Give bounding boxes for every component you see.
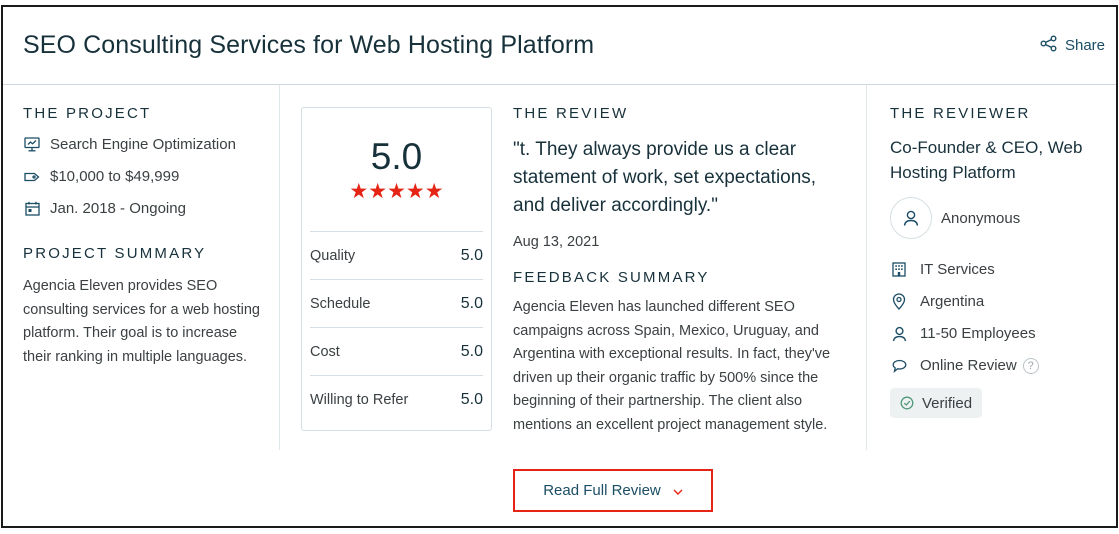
user-icon [903, 210, 919, 226]
reviewer-identity: Anonymous [890, 197, 1115, 239]
rating-label: Cost [310, 343, 340, 360]
person-icon [890, 325, 908, 343]
column-divider [279, 85, 280, 450]
avatar [890, 197, 932, 239]
chat-bubble-icon [890, 357, 908, 375]
project-column: THE PROJECT Search Engine Optimization $… [23, 105, 263, 369]
project-budget: $10,000 to $49,999 [23, 166, 263, 187]
share-icon [1040, 35, 1065, 56]
rating-row-schedule: Schedule 5.0 [310, 279, 483, 327]
project-summary-label: PROJECT SUMMARY [23, 245, 207, 262]
monitor-icon [23, 136, 41, 154]
review-card: SEO Consulting Services for Web Hosting … [1, 5, 1118, 528]
verified-label: Verified [922, 394, 973, 412]
reviewer-location: Argentina [890, 291, 1115, 312]
rating-label: Quality [310, 247, 356, 264]
reviewer-industry: IT Services [890, 259, 1115, 280]
rating-value: 5.0 [460, 390, 483, 408]
read-full-review-button[interactable]: Read Full Review [513, 469, 713, 512]
project-budget-text: $10,000 to $49,999 [50, 168, 180, 185]
rating-value: 5.0 [460, 294, 483, 312]
reviewer-column: THE REVIEWER Co-Founder & CEO, Web Hosti… [890, 105, 1115, 418]
calendar-icon [23, 200, 41, 218]
review-quote: "t. They always provide us a clear state… [513, 139, 817, 216]
project-summary-text: Agencia Eleven provides SEO consulting s… [23, 278, 260, 365]
star-rating: ★★★★★ [349, 180, 444, 203]
rating-row-quality: Quality 5.0 [310, 231, 483, 279]
reviewer-industry-text: IT Services [920, 261, 995, 278]
rating-row-cost: Cost 5.0 [310, 327, 483, 375]
reviewer-title: Co-Founder & CEO, Web Hosting Platform [890, 138, 1083, 182]
reviewer-section-label: THE REVIEWER [890, 105, 1031, 122]
card-header: SEO Consulting Services for Web Hosting … [3, 7, 1116, 85]
rating-label: Willing to Refer [310, 391, 409, 408]
tag-icon [23, 168, 41, 186]
review-column: THE REVIEW "t. They always provide us a … [513, 105, 849, 437]
feedback-summary-text: Agencia Eleven has launched different SE… [513, 299, 831, 433]
location-pin-icon [890, 293, 908, 311]
reviewer-name: Anonymous [941, 209, 1021, 227]
project-service: Search Engine Optimization [23, 134, 263, 155]
project-dates: Jan. 2018 - Ongoing [23, 198, 263, 219]
verified-badge: Verified [890, 388, 983, 418]
rating-value: 5.0 [460, 246, 483, 264]
check-circle-icon [900, 396, 914, 410]
rating-row-willing-to-refer: Willing to Refer 5.0 [310, 375, 483, 423]
project-dates-text: Jan. 2018 - Ongoing [50, 200, 186, 217]
read-full-review-label: Read Full Review [543, 482, 661, 499]
share-label: Share [1064, 37, 1105, 54]
help-icon[interactable]: ? [1022, 357, 1039, 374]
review-title: SEO Consulting Services for Web Hosting … [23, 31, 595, 59]
review-section-label: THE REVIEW [513, 105, 629, 122]
overall-rating: 5.0 [370, 136, 423, 177]
reviewer-review-type: Online Review ? [890, 355, 1115, 376]
feedback-summary-label: FEEDBACK SUMMARY [513, 269, 710, 286]
reviewer-review-type-text: Online Review [920, 357, 1017, 374]
review-date: Aug 13, 2021 [513, 234, 600, 250]
chevron-down-icon [661, 482, 683, 499]
rating-value: 5.0 [460, 342, 483, 360]
rating-box: 5.0 ★★★★★ Quality 5.0 Schedule 5.0 Cost … [301, 107, 492, 431]
share-button[interactable]: Share [1040, 35, 1105, 56]
project-service-text: Search Engine Optimization [50, 136, 236, 153]
reviewer-company-size: 11-50 Employees [890, 323, 1115, 344]
rating-label: Schedule [310, 295, 371, 312]
building-icon [890, 261, 908, 279]
column-divider [866, 85, 867, 450]
reviewer-company-size-text: 11-50 Employees [920, 325, 1036, 342]
reviewer-location-text: Argentina [920, 293, 985, 310]
project-section-label: THE PROJECT [23, 105, 152, 122]
